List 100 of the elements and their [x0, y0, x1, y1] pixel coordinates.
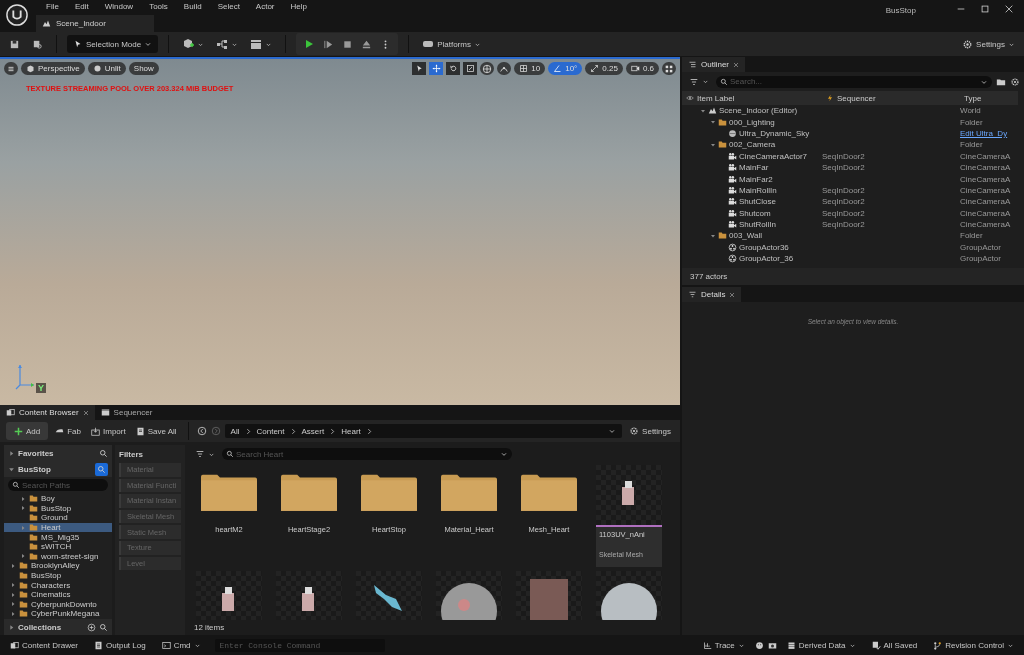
collapse-arrow-icon[interactable]: [710, 119, 716, 126]
asset-thumbnail[interactable]: [516, 571, 582, 620]
collapse-arrow-icon[interactable]: [710, 233, 716, 239]
view-option-button[interactable]: Perspective: [21, 62, 85, 75]
transform-tool-button[interactable]: [429, 62, 444, 75]
add-button[interactable]: Add: [6, 422, 49, 440]
menu-item[interactable]: File: [38, 2, 67, 11]
item-label[interactable]: GroupActor_36: [739, 254, 794, 264]
chevron-icon[interactable]: [329, 427, 337, 435]
menu-item[interactable]: Build: [175, 2, 210, 11]
search-toggle-button[interactable]: [95, 462, 108, 476]
panel-tab[interactable]: Outliner: [682, 57, 745, 72]
menu-item[interactable]: Actor: [247, 2, 283, 11]
item-label[interactable]: 003_Wall: [729, 231, 763, 241]
settings-button[interactable]: Settings: [626, 422, 674, 440]
chevron-icon[interactable]: [289, 427, 297, 435]
scale-snap-button[interactable]: 0.25: [585, 62, 623, 75]
folder-tree-item[interactable]: Ground: [4, 513, 112, 523]
collapse-arrow-icon[interactable]: [700, 107, 706, 114]
column-header[interactable]: Sequencer: [822, 93, 960, 103]
chevron-icon[interactable]: [365, 427, 373, 435]
smiley-icon[interactable]: [754, 640, 764, 650]
transform-tool-button[interactable]: [463, 62, 478, 75]
item-label[interactable]: MainRollIn: [739, 185, 777, 195]
breadcrumb-link[interactable]: Heart: [341, 426, 361, 436]
all-saved-button[interactable]: All Saved: [865, 636, 924, 654]
close-icon[interactable]: [1004, 4, 1014, 14]
import-button[interactable]: Import: [88, 422, 129, 440]
settings-dropdown[interactable]: Settings: [959, 35, 1018, 53]
platforms-dropdown[interactable]: Platforms: [419, 35, 484, 53]
collapse-arrow-icon[interactable]: [710, 141, 716, 148]
fab-button[interactable]: Fab: [52, 422, 85, 440]
back-icon[interactable]: [196, 426, 207, 436]
caret-icon[interactable]: [500, 450, 508, 458]
console-input[interactable]: Enter Console Command: [214, 638, 385, 652]
save-button[interactable]: Save All: [132, 422, 180, 440]
item-label[interactable]: 000_Lighting: [729, 117, 775, 127]
asset-thumbnail[interactable]: [436, 571, 502, 620]
panel-tab[interactable]: Details: [682, 287, 742, 302]
item-label[interactable]: MainFar: [739, 163, 769, 173]
menu-item[interactable]: Window: [96, 2, 142, 11]
settings-icon[interactable]: [1010, 76, 1020, 87]
output-log-button[interactable]: Output Log: [88, 636, 152, 654]
folder-tree-item[interactable]: CyberpunkDownto: [4, 599, 112, 610]
column-header[interactable]: Item Label: [682, 93, 822, 103]
root-header[interactable]: BusStop: [4, 461, 112, 477]
type-link[interactable]: Edit Ultra_Dy: [960, 128, 1008, 138]
folder-tree-item[interactable]: BrooklynAlley: [4, 561, 112, 571]
menu-item[interactable]: Edit: [66, 2, 97, 11]
revision-control-dropdown[interactable]: Revision Control: [927, 636, 1020, 654]
panel-tab[interactable]: Content Browser: [0, 405, 95, 420]
folder-icon[interactable]: [281, 473, 337, 511]
folder-icon[interactable]: [201, 473, 257, 511]
content-drawer-button[interactable]: Content Drawer: [4, 636, 85, 654]
item-label[interactable]: Shutcom: [739, 208, 771, 218]
cmd-dropdown[interactable]: Cmd: [155, 636, 207, 654]
collections-header[interactable]: Collections: [4, 619, 112, 635]
outliner-search-field[interactable]: Search...: [716, 75, 992, 88]
column-header[interactable]: Type: [960, 93, 1018, 103]
item-label[interactable]: 002_Camera: [729, 140, 776, 150]
item-label[interactable]: GroupActor36: [739, 242, 789, 252]
menu-item[interactable]: Help: [282, 2, 315, 11]
menu-item[interactable]: Tools: [141, 2, 176, 11]
folder-tree-item[interactable]: MS_Mig35: [4, 532, 112, 542]
asset-thumbnail[interactable]: [596, 571, 662, 620]
camera-speed-button[interactable]: 0.6: [625, 62, 659, 75]
folder-icon[interactable]: [441, 473, 497, 511]
breadcrumb-link[interactable]: Content: [256, 426, 285, 436]
asset-thumbnail[interactable]: [356, 571, 422, 620]
folder-tree-item[interactable]: Cinematics: [4, 589, 112, 600]
asset-thumbnail[interactable]: [276, 571, 342, 620]
derived-data-dropdown[interactable]: Derived Data: [780, 636, 862, 654]
level-tab[interactable]: Scene_Indoor: [36, 15, 154, 32]
folder-tree-item[interactable]: CyberPunkMegana: [4, 609, 112, 619]
folder-tree-item[interactable]: Characters: [4, 580, 112, 590]
asset-thumbnail[interactable]: [196, 571, 262, 620]
item-label[interactable]: ShutRollIn: [739, 220, 776, 230]
angle-snap-button[interactable]: 10°: [548, 62, 583, 75]
asset-search-field[interactable]: Search Heart: [222, 448, 512, 460]
folder-icon[interactable]: [521, 473, 577, 511]
folder-tree-item[interactable]: worn-street-sign: [4, 551, 112, 562]
item-label[interactable]: ShutClose: [739, 197, 776, 207]
folder-tree-item[interactable]: Boy: [4, 494, 112, 504]
item-label[interactable]: CineCameraActor7: [739, 151, 808, 161]
selection-mode-dropdown[interactable]: Selection Mode: [67, 35, 159, 53]
view-option-button[interactable]: Unlit: [87, 62, 126, 75]
folder-tree-item[interactable]: Heart: [4, 522, 112, 533]
folder-tree-item[interactable]: sWITCH: [4, 541, 112, 552]
maximize-icon[interactable]: [980, 4, 990, 14]
item-label[interactable]: Scene_Indoor (Editor): [719, 106, 798, 116]
breadcrumb-link[interactable]: All: [230, 426, 240, 436]
transform-tool-button[interactable]: [412, 62, 427, 75]
breadcrumb-link[interactable]: Assert: [301, 426, 325, 436]
menu-item[interactable]: Select: [209, 2, 248, 11]
item-label[interactable]: MainFar2: [739, 174, 773, 184]
transform-tool-button[interactable]: [446, 62, 461, 75]
favorites-header[interactable]: Favorites: [4, 445, 112, 461]
screenshot-icon[interactable]: [767, 640, 777, 650]
folder-icon[interactable]: [361, 473, 417, 511]
chevron-icon[interactable]: [244, 427, 252, 435]
